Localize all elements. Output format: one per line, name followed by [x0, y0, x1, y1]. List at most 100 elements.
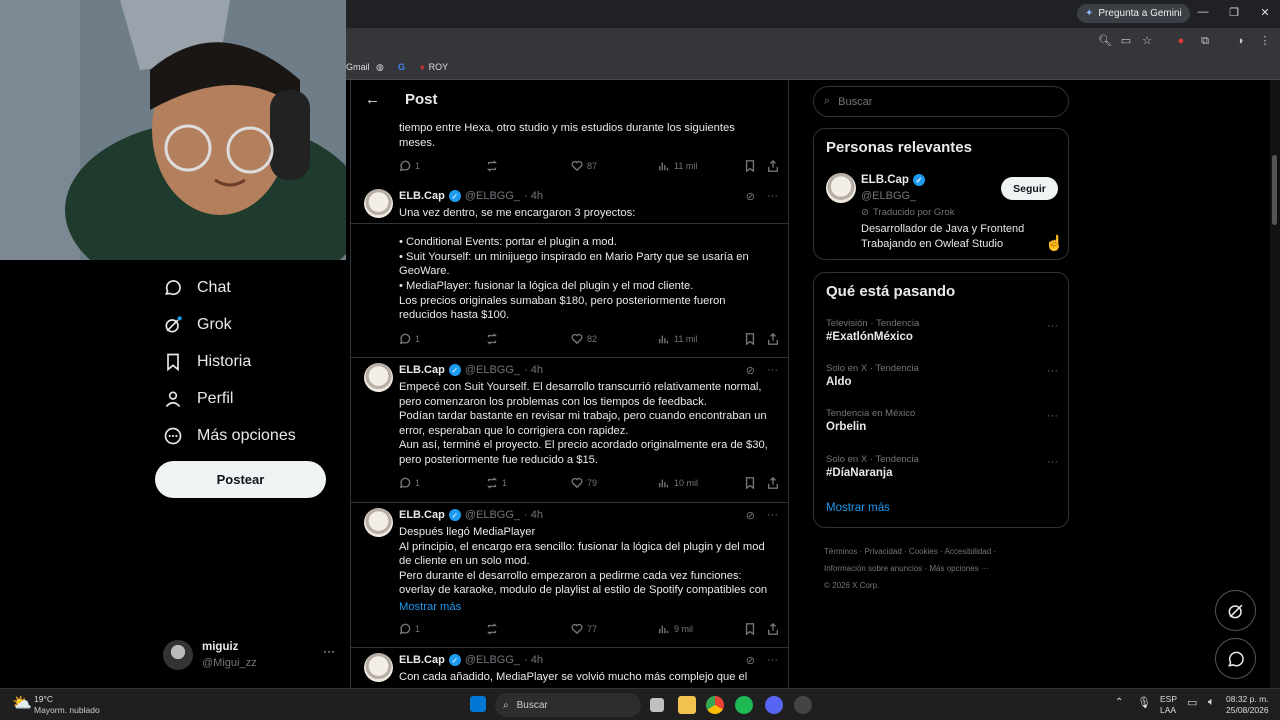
- author-name[interactable]: ELB.Cap: [399, 190, 445, 202]
- footer-link[interactable]: Información sobre anuncios: [824, 564, 922, 573]
- messages-float-button[interactable]: [1215, 638, 1256, 679]
- clock-time[interactable]: 08:32 p. m.: [1226, 694, 1269, 704]
- file-explorer-icon[interactable]: [678, 696, 696, 714]
- more-icon[interactable]: ···: [767, 190, 778, 203]
- close-window-button[interactable]: ✕: [1255, 6, 1275, 19]
- task-view-icon[interactable]: [650, 698, 664, 712]
- tweet[interactable]: ELB.Cap ✓ @ELBGG_ · 4h ⊘ ··· Una vez dent…: [351, 184, 788, 358]
- like-button[interactable]: 87: [571, 160, 597, 172]
- nav-perfil[interactable]: Perfil: [163, 389, 233, 409]
- more-icon[interactable]: ···: [323, 644, 335, 658]
- show-more-link[interactable]: Mostrar más: [826, 502, 890, 514]
- discord-icon[interactable]: [765, 696, 783, 714]
- grok-icon[interactable]: ⊘: [746, 190, 755, 203]
- more-icon[interactable]: ···: [1047, 365, 1058, 377]
- scrollbar-thumb[interactable]: [1272, 155, 1277, 225]
- timestamp[interactable]: · 4h: [524, 364, 543, 376]
- repost-button[interactable]: [486, 160, 502, 172]
- weather-icon[interactable]: ⛅: [12, 693, 32, 713]
- gemini-button[interactable]: ✦ Pregunta a Gemini: [1077, 4, 1190, 23]
- bookmark-button[interactable]: [744, 333, 756, 345]
- timestamp[interactable]: · 4h: [524, 654, 543, 666]
- grok-icon[interactable]: ⊘: [746, 509, 755, 522]
- tweet[interactable]: ELB.Cap ✓ @ELBGG_ · 4h ⊘ ··· Después lleg…: [351, 503, 788, 648]
- taskbar-search[interactable]: ⌕ Buscar: [495, 693, 641, 717]
- back-arrow-icon[interactable]: ←: [365, 91, 380, 108]
- follow-button[interactable]: Seguir: [1001, 177, 1058, 200]
- tweet[interactable]: ELB.Cap ✓ @ELBGG_ · 4h ⊘ ··· Con cada aña…: [351, 648, 788, 688]
- nav-mas-opciones[interactable]: Más opciones: [163, 426, 296, 446]
- timestamp[interactable]: · 4h: [524, 190, 543, 202]
- like-button[interactable]: 77: [571, 623, 597, 635]
- author-handle[interactable]: @ELBGG_: [465, 654, 520, 666]
- avatar[interactable]: [364, 189, 393, 218]
- minimize-button[interactable]: —: [1193, 6, 1213, 18]
- bookmark-gmail[interactable]: Gmail: [346, 62, 370, 72]
- footer-link[interactable]: Cookies: [909, 547, 938, 556]
- grok-icon[interactable]: ⊘: [746, 654, 755, 667]
- person-name[interactable]: ELB.Cap ✓: [861, 174, 925, 186]
- share-button[interactable]: [767, 477, 779, 489]
- footer-link[interactable]: Privacidad: [864, 547, 901, 556]
- repost-button[interactable]: [486, 333, 502, 345]
- grok-float-button[interactable]: [1215, 590, 1256, 631]
- more-icon[interactable]: ···: [767, 509, 778, 522]
- avatar[interactable]: [364, 508, 393, 537]
- google-icon[interactable]: G: [398, 62, 405, 72]
- repost-button[interactable]: [486, 623, 502, 635]
- trend-item[interactable]: Solo en X · Tendencia Aldo ···: [826, 363, 1058, 388]
- footer-link[interactable]: Accesibilidad: [945, 547, 992, 556]
- settings-icon[interactable]: [794, 696, 812, 714]
- views-button[interactable]: 11 mil: [658, 160, 697, 172]
- more-icon[interactable]: ···: [1047, 320, 1058, 332]
- nav-historia[interactable]: Historia: [163, 352, 251, 372]
- author-name[interactable]: ELB.Cap: [399, 509, 445, 521]
- author-handle[interactable]: @ELBGG_: [465, 509, 520, 521]
- share-button[interactable]: [767, 160, 779, 172]
- microphone-icon[interactable]: 🎙︎: [1137, 696, 1151, 709]
- author-name[interactable]: ELB.Cap: [399, 364, 445, 376]
- reply-button[interactable]: 1: [399, 477, 420, 489]
- bookmark-roy[interactable]: ♦ ROY: [420, 62, 448, 72]
- account-switcher[interactable]: miguiz @Migui_zz ···: [163, 638, 343, 674]
- bookmark-button[interactable]: [744, 477, 756, 489]
- nav-grok[interactable]: Grok: [163, 315, 232, 335]
- trend-item[interactable]: Televisión · Tendencia #ExatlónMéxico ··…: [826, 318, 1058, 343]
- trend-item[interactable]: Solo en X · Tendencia #DíaNaranja ···: [826, 454, 1058, 479]
- post-button[interactable]: Postear: [155, 461, 326, 498]
- like-button[interactable]: 79: [571, 477, 597, 489]
- nav-chat[interactable]: Chat: [163, 278, 231, 298]
- extension-red-icon[interactable]: ●: [1174, 34, 1188, 48]
- avatar[interactable]: [364, 363, 393, 392]
- views-button[interactable]: 9 mil: [658, 623, 693, 635]
- author-name[interactable]: ELB.Cap: [399, 654, 445, 666]
- tweet[interactable]: ELB.Cap ✓ @ELBGG_ · 4h ⊘ ··· Empecé con S…: [351, 358, 788, 503]
- views-button[interactable]: 10 mil: [658, 477, 698, 489]
- footer-link[interactable]: Términos: [824, 547, 857, 556]
- search-input[interactable]: ⌕ Buscar: [813, 86, 1069, 117]
- zoom-icon[interactable]: 🔍︎: [1098, 34, 1112, 48]
- bookmark-button[interactable]: [744, 160, 756, 172]
- volume-icon[interactable]: 🔈︎: [1208, 696, 1215, 709]
- language-indicator[interactable]: ESP: [1160, 694, 1177, 704]
- timestamp[interactable]: · 4h: [524, 509, 543, 521]
- more-icon[interactable]: ···: [767, 654, 778, 667]
- network-icon[interactable]: ▭: [1187, 696, 1197, 709]
- star-icon[interactable]: ☆: [1140, 34, 1154, 48]
- chrome-icon[interactable]: [706, 696, 724, 714]
- author-handle[interactable]: @ELBGG_: [465, 190, 520, 202]
- footer-link[interactable]: Más opciones ···: [929, 564, 989, 573]
- profile-icon[interactable]: ◑: [1233, 34, 1247, 48]
- chevron-up-icon[interactable]: ⌃: [1115, 697, 1123, 708]
- show-more-link[interactable]: Mostrar más: [399, 600, 777, 615]
- grok-icon[interactable]: ⊘: [746, 364, 755, 377]
- windows-start-icon[interactable]: [470, 696, 486, 712]
- avatar[interactable]: [364, 653, 393, 682]
- avatar[interactable]: [826, 173, 856, 203]
- spotify-icon[interactable]: [735, 696, 753, 714]
- views-button[interactable]: 11 mil: [658, 333, 697, 345]
- browser-menu-icon[interactable]: ⋮: [1258, 34, 1272, 48]
- cast-icon[interactable]: ▭: [1119, 34, 1133, 48]
- author-handle[interactable]: @ELBGG_: [465, 364, 520, 376]
- bookmark-button[interactable]: [744, 623, 756, 635]
